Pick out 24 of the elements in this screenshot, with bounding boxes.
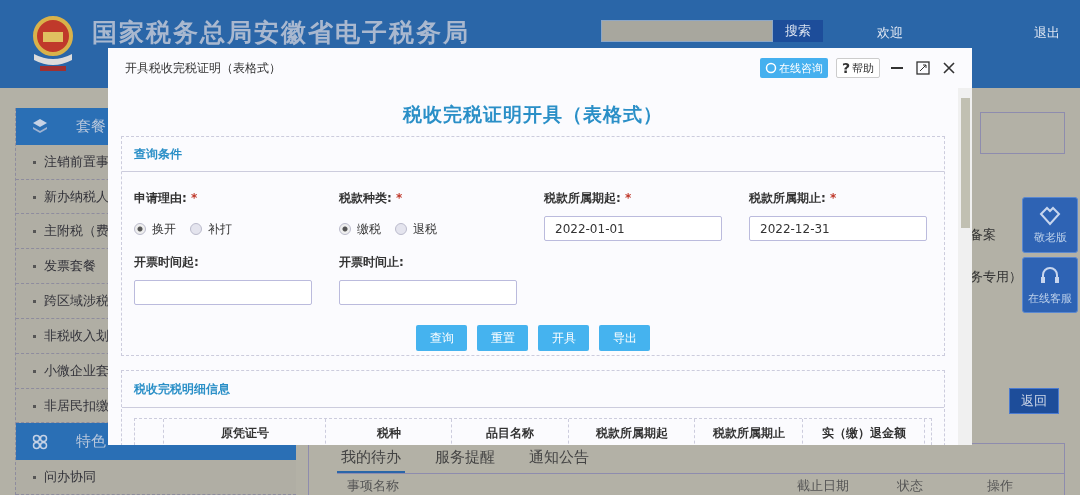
field-label: 税款种类: * xyxy=(339,190,404,207)
section-title: 查询条件 xyxy=(134,145,182,163)
column-header: 税种 xyxy=(326,419,452,445)
column-header: 截止日期 xyxy=(797,477,850,495)
field-label: 申请理由: * xyxy=(134,190,199,207)
column-header: 税款所属期起 xyxy=(569,419,695,445)
section-title: 税收完税明细信息 xyxy=(134,380,230,398)
site-title: 国家税务总局安徽省电子税务局 xyxy=(92,17,470,49)
column-header: 事项名称 xyxy=(347,477,400,495)
note-text: 备案 xyxy=(970,226,996,244)
note-text: 务专用） xyxy=(970,268,1022,286)
dialog-title: 开具税收完税证明（表格式） xyxy=(125,59,281,77)
column-header: 状态 xyxy=(897,477,924,495)
column-header: 税款所属期止 xyxy=(695,419,803,445)
column-header: 品目名称 xyxy=(452,419,569,445)
field-label: 税款所属期起: * xyxy=(544,190,633,207)
column-header: 原凭证号 xyxy=(164,419,326,445)
welcome-text: 欢迎 xyxy=(877,24,903,42)
column-header: 实（缴）退金额 xyxy=(803,419,925,445)
column-header: 操作 xyxy=(987,477,1014,495)
field-label: 税款所属期止: * xyxy=(749,190,838,207)
form-heading: 税收完税证明开具（表格式） xyxy=(401,102,664,127)
field-label: 开票时间止: xyxy=(339,254,405,271)
field-label: 开票时间起: xyxy=(134,254,200,271)
